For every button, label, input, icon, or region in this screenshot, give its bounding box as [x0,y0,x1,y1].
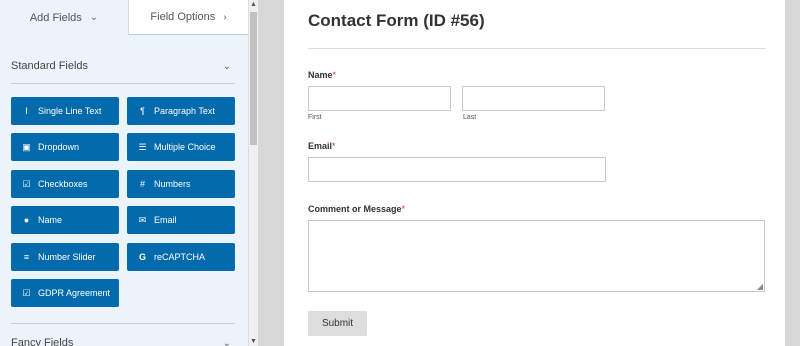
form-preview: Contact Form (ID #56) Name* First Last E… [284,0,785,346]
field-button-label: Number Slider [38,252,96,262]
email-field-label: Email* [308,141,336,151]
required-asterisk: * [401,204,406,214]
section-fancy-fields[interactable]: Fancy Fields ⌄ [11,331,235,346]
chevron-down-icon: ⌄ [222,337,231,346]
required-asterisk: * [332,70,337,80]
field-button-checkboxes[interactable]: ☑ Checkboxes [11,170,119,198]
tab-field-options-label: Field Options [150,11,216,23]
field-button-label: Dropdown [38,142,80,152]
chevron-down-icon: ⌄ [222,60,231,72]
field-button-single-line-text[interactable]: Ⅰ Single Line Text [11,97,119,125]
checkbox-icon: ☑ [22,287,31,298]
section-standard-fields[interactable]: Standard Fields ⌄ [11,54,235,78]
field-button-recaptcha[interactable]: G reCAPTCHA [127,243,235,271]
sliders-icon: ≡ [23,252,30,262]
paragraph-icon: ¶ [140,106,145,116]
field-button-label: reCAPTCHA [154,252,206,262]
field-button-label: Checkboxes [38,179,88,189]
resize-handle-icon[interactable]: ◢ [757,283,763,291]
last-name-input[interactable] [462,86,605,111]
field-button-label: Numbers [154,179,191,189]
scroll-up-arrow-icon[interactable]: ▲ [250,1,257,8]
user-icon: ● [23,215,30,225]
panel-tabs: Add Fields ⌄ Field Options › [0,0,248,35]
tab-add-fields-label: Add Fields [29,11,82,24]
field-button-label: Name [38,215,63,225]
email-label-text: Email [308,141,333,151]
field-button-label: Multiple Choice [154,142,216,152]
field-button-number-slider[interactable]: ≡ Number Slider [11,243,119,271]
required-asterisk: * [332,141,336,151]
field-button-label: Single Line Text [38,106,102,116]
form-title: Contact Form (ID #56) [308,11,485,30]
field-button-label: GDPR Agreement [38,288,111,298]
panel-scrollbar[interactable]: ▲ ▼ [248,0,258,346]
field-button-paragraph-text[interactable]: ¶ Paragraph Text [127,97,235,125]
chevron-down-icon: ⌄ [89,12,99,23]
first-name-sublabel: First [308,114,322,121]
message-field-label: Comment or Message* [308,204,405,214]
first-name-input[interactable] [308,86,451,111]
scrollbar-thumb[interactable] [250,12,257,145]
fields-panel: Add Fields ⌄ Field Options › Standard Fi… [0,0,248,346]
last-name-sublabel: Last [463,114,477,121]
hash-icon: # [139,179,145,189]
message-label-text: Comment or Message [308,204,402,214]
scroll-down-arrow-icon[interactable]: ▼ [250,338,257,345]
field-button-label: Email [154,215,177,225]
preview-gutter-right [785,0,800,346]
tab-field-options[interactable]: Field Options › [128,0,248,35]
field-button-dropdown[interactable]: ▣ Dropdown [11,133,119,161]
field-button-email[interactable]: ✉ Email [127,206,235,234]
section-divider [11,83,235,84]
submit-button[interactable]: Submit [308,311,367,336]
google-icon: G [138,252,146,262]
chevron-right-icon: › [223,11,227,23]
field-button-multiple-choice[interactable]: ☰ Multiple Choice [127,133,235,161]
checkbox-icon: ☑ [22,178,31,189]
field-button-gdpr-agreement[interactable]: ☑ GDPR Agreement [11,279,119,307]
list-icon: ☰ [138,141,147,152]
section-standard-title: Standard Fields [11,60,89,72]
field-button-name[interactable]: ● Name [11,206,119,234]
preview-gutter [258,0,284,346]
section-fancy-title: Fancy Fields [11,337,74,346]
dropdown-icon: ▣ [22,141,31,152]
email-input[interactable] [308,157,606,182]
message-textarea[interactable]: ◢ [308,220,765,292]
title-divider [308,48,766,49]
text-cursor-icon: Ⅰ [25,105,28,116]
name-field-label: Name* [308,70,336,80]
envelope-icon: ✉ [138,214,147,225]
field-button-numbers[interactable]: # Numbers [127,170,235,198]
name-label-text: Name [308,70,333,80]
field-button-label: Paragraph Text [154,106,215,116]
section-divider [11,323,235,324]
tab-add-fields[interactable]: Add Fields ⌄ [0,0,128,35]
